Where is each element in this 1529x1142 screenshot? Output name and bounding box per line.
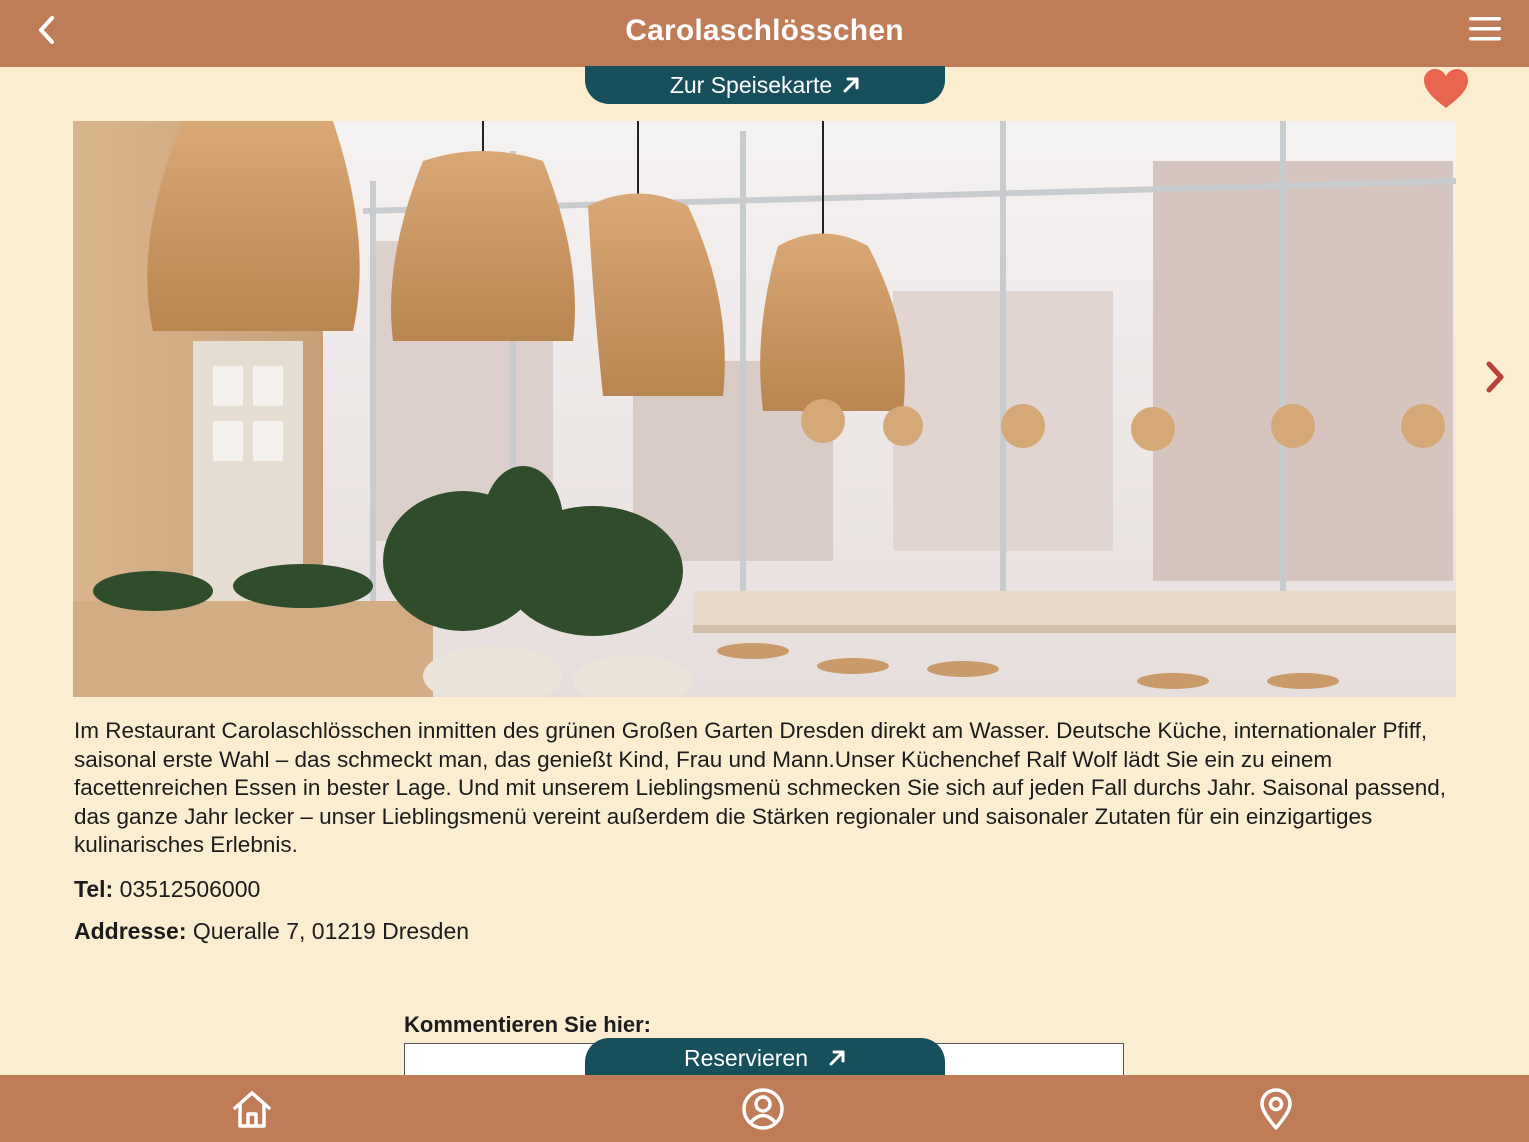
menu-icon (1469, 17, 1501, 41)
profile-icon (742, 1088, 784, 1130)
reserve-button[interactable]: Reservieren (585, 1038, 945, 1078)
external-link-icon (843, 77, 859, 93)
home-icon (233, 1091, 271, 1128)
address-label: Addresse: (74, 917, 187, 944)
bottom-nav (0, 1075, 1529, 1142)
top-bar: Carolaschlösschen (0, 0, 1529, 67)
next-image-button[interactable] (1480, 356, 1510, 398)
phone-value: 03512506000 (119, 875, 261, 902)
nav-home[interactable] (230, 1087, 274, 1131)
address-line: Addresse: Queralle 7, 01219 Dresden (74, 916, 1459, 946)
menu-card-button-label: Zur Speisekarte (669, 71, 833, 98)
comment-label: Kommentieren Sie hier: (404, 1012, 651, 1037)
menu-card-button[interactable]: Zur Speisekarte (585, 66, 945, 104)
phone-label: Tel: (74, 875, 114, 902)
external-link-icon (829, 1050, 845, 1066)
phone-line: Tel: 03512506000 (74, 874, 1459, 904)
heart-icon (1424, 69, 1468, 108)
restaurant-details: Im Restaurant Carolaschlösschen inmitten… (74, 717, 1459, 946)
favorite-button[interactable] (1421, 66, 1471, 112)
restaurant-description: Im Restaurant Carolaschlösschen inmitten… (74, 718, 1447, 857)
reserve-button-label: Reservieren (684, 1044, 808, 1071)
nav-profile[interactable] (741, 1087, 785, 1131)
page-title: Carolaschlösschen (625, 14, 904, 47)
restaurant-interior-image (73, 121, 1456, 697)
nav-location[interactable] (1254, 1087, 1298, 1131)
hamburger-menu-button[interactable] (1466, 14, 1504, 46)
chevron-right-icon (1486, 361, 1504, 393)
address-value: Queralle 7, 01219 Dresden (192, 917, 470, 944)
location-pin-icon (1260, 1088, 1292, 1130)
restaurant-photo (73, 121, 1456, 697)
